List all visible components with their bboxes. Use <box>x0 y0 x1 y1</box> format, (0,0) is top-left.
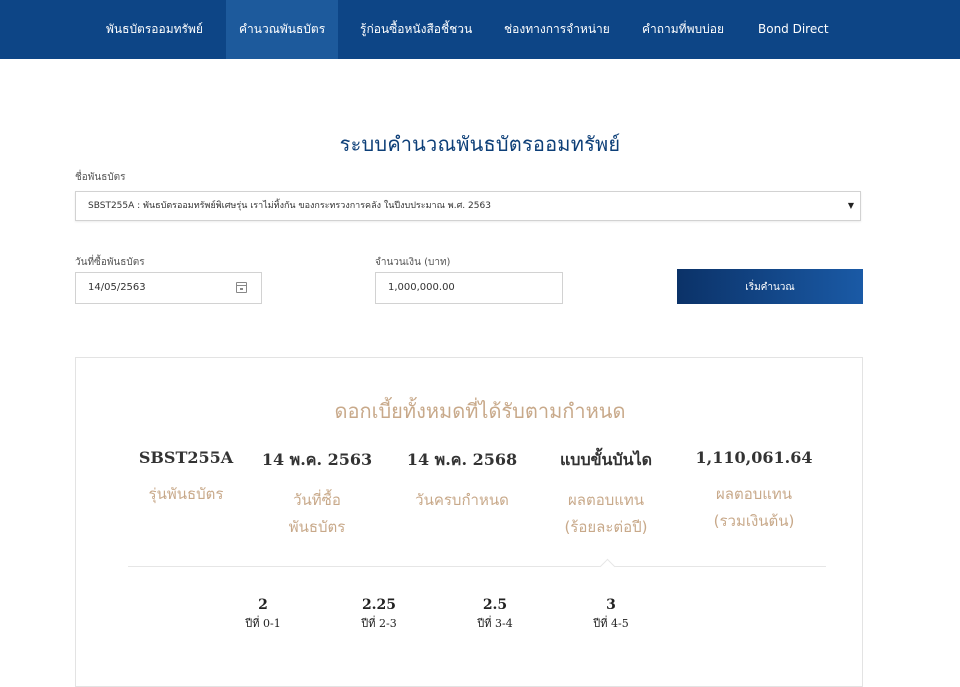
rate-value: 2.25 <box>361 597 397 613</box>
purchase-date-caption: วันที่ซื้อ พันธบัตร <box>288 491 346 536</box>
nav-item-bond-direct[interactable]: Bond Direct <box>752 0 835 59</box>
amount-input[interactable]: 1,000,000.00 <box>375 272 563 304</box>
bond-series-value: SBST255A <box>138 448 234 467</box>
rate-item: 3 ปีที่ 4-5 <box>571 597 651 632</box>
nav-item-savings-bonds[interactable]: พันธบัตรออมทรัพย์ <box>96 0 213 59</box>
bond-select[interactable]: SBST255A : พันธบัตรออมทรัพย์พิเศษรุ่น เร… <box>75 191 861 221</box>
rate-value: 3 <box>606 597 616 613</box>
result-heading: ดอกเบี้ยทั้งหมดที่ได้รับตามกำหนด <box>334 399 626 423</box>
purchase-date-input[interactable]: 14/05/2563 <box>75 272 262 304</box>
result-purchase-date: 14 พ.ค. 2563 วันที่ซื้อ พันธบัตร <box>252 448 382 541</box>
result-divider <box>128 566 826 567</box>
rate-item: 2.5 ปีที่ 3-4 <box>455 597 535 632</box>
rate-year: ปีที่ 0-1 <box>245 617 281 630</box>
result-total-return: 1,110,061.64 ผลตอบแทน (รวมเงินต้น) <box>686 448 822 535</box>
page-title: ระบบคำนวณพันธบัตรออมทรัพย์ <box>339 132 621 156</box>
top-navigation: พันธบัตรออมทรัพย์ คำนวณพันธบัตร รู้ก่อนซ… <box>0 0 960 59</box>
rate-year: ปีที่ 4-5 <box>593 617 629 630</box>
result-maturity-date: 14 พ.ค. 2568 วันครบกำหนด <box>397 448 527 514</box>
nav-item-sales-channels[interactable]: ช่องทางการจำหน่าย <box>498 0 616 59</box>
yield-type-value: แบบขั้นบันได <box>559 450 653 469</box>
bond-select-label: ชื่อพันธบัตร <box>75 172 126 183</box>
bond-select-value: SBST255A : พันธบัตรออมทรัพย์พิเศษรุ่น เร… <box>88 201 491 211</box>
rate-year: ปีที่ 2-3 <box>361 617 397 630</box>
yield-type-caption: ผลตอบแทน (ร้อยละต่อปี) <box>564 491 648 536</box>
bond-series-caption: รุ่นพันธบัตร <box>148 485 224 503</box>
calendar-icon[interactable] <box>236 282 247 293</box>
chevron-down-icon: ▼ <box>847 201 854 210</box>
result-yield-type: แบบขั้นบันได ผลตอบแทน (ร้อยละต่อปี) <box>538 448 674 541</box>
rate-value: 2.5 <box>482 597 508 613</box>
amount-value: 1,000,000.00 <box>388 282 455 293</box>
calculate-button[interactable]: เริ่มคำนวณ <box>677 269 863 304</box>
result-bond-series: SBST255A รุ่นพันธบัตร <box>126 448 246 508</box>
purchase-date-label: วันที่ซื้อพันธบัตร <box>75 257 145 268</box>
maturity-date-value: 14 พ.ค. 2568 <box>406 450 518 469</box>
rate-value: 2 <box>258 597 268 613</box>
nav-item-faq[interactable]: คำถามที่พบบ่อย <box>636 0 730 59</box>
purchase-date-value: 14/05/2563 <box>88 282 146 293</box>
purchase-date-result-value: 14 พ.ค. 2563 <box>261 450 373 469</box>
rate-item: 2 ปีที่ 0-1 <box>223 597 303 632</box>
nav-item-bond-calculator[interactable]: คำนวณพันธบัตร <box>226 0 339 59</box>
rate-year: ปีที่ 3-4 <box>477 617 513 630</box>
total-return-caption: ผลตอบแทน (รวมเงินต้น) <box>713 485 795 530</box>
amount-label: จำนวนเงิน (บาท) <box>375 257 451 268</box>
rate-item: 2.25 ปีที่ 2-3 <box>339 597 419 632</box>
maturity-date-caption: วันครบกำหนด <box>415 491 509 509</box>
nav-item-prospectus[interactable]: รู้ก่อนซื้อหนังสือชี้ชวน <box>354 0 478 59</box>
total-return-value: 1,110,061.64 <box>695 448 813 467</box>
